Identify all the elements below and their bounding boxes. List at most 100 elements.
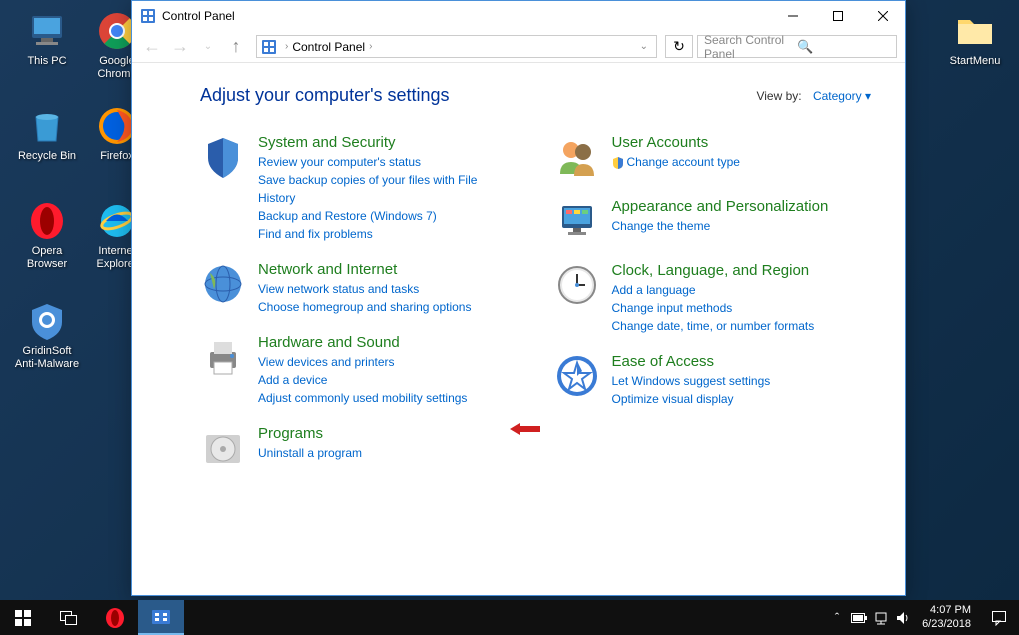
content-area: Adjust your computer's settings View by:… bbox=[132, 63, 905, 509]
desktop-icon-label: Opera Browser bbox=[12, 245, 82, 271]
category-title[interactable]: System and Security bbox=[258, 134, 518, 151]
taskbar: ˆ 4:07 PM 6/23/2018 bbox=[0, 600, 1019, 635]
category-column-right: User Accounts Change account type Appearan… bbox=[554, 134, 872, 489]
tray-battery-icon[interactable] bbox=[848, 600, 870, 635]
tray-overflow-button[interactable]: ˆ bbox=[826, 600, 848, 635]
start-button[interactable] bbox=[0, 600, 46, 635]
printer-icon bbox=[200, 334, 246, 380]
category-title[interactable]: Programs bbox=[258, 425, 362, 442]
category-link[interactable]: Change account type bbox=[612, 153, 740, 171]
nav-up-button[interactable]: ↑ bbox=[224, 35, 248, 59]
nav-back-button[interactable]: ← bbox=[140, 35, 164, 59]
view-by-control: View by: Category ▾ bbox=[756, 89, 871, 103]
category-programs: Programs Uninstall a program bbox=[200, 425, 518, 471]
users-icon bbox=[554, 134, 600, 180]
monitor-icon bbox=[554, 198, 600, 244]
tray-network-icon[interactable] bbox=[870, 600, 892, 635]
category-title[interactable]: Appearance and Personalization bbox=[612, 198, 829, 215]
folder-icon bbox=[954, 10, 996, 52]
category-appearance-and-personalization: Appearance and Personalization Change the… bbox=[554, 198, 872, 244]
category-hardware-and-sound: Hardware and Sound View devices and print… bbox=[200, 334, 518, 407]
close-button[interactable] bbox=[860, 1, 905, 31]
search-placeholder: Search Control Panel bbox=[704, 33, 797, 61]
category-link[interactable]: Choose homegroup and sharing options bbox=[258, 298, 471, 316]
globe-icon bbox=[200, 261, 246, 307]
desktop-icon-opera-browser[interactable]: Opera Browser bbox=[12, 200, 82, 271]
nav-forward-button[interactable]: → bbox=[168, 35, 192, 59]
desktop-icon-label: GridinSoft Anti-Malware bbox=[12, 345, 82, 371]
chevron-down-icon[interactable]: ⌄ bbox=[640, 41, 648, 52]
desktop-icon-label: StartMenu bbox=[940, 55, 1010, 68]
category-title[interactable]: Hardware and Sound bbox=[258, 334, 467, 351]
category-link[interactable]: View network status and tasks bbox=[258, 280, 471, 298]
category-link[interactable]: View devices and printers bbox=[258, 353, 467, 371]
desktop-icon-this-pc[interactable]: This PC bbox=[12, 10, 82, 68]
bin-icon bbox=[26, 105, 68, 147]
gridin-icon bbox=[26, 300, 68, 342]
red-arrow-annotation bbox=[510, 423, 540, 435]
view-by-label: View by: bbox=[756, 89, 801, 103]
view-by-dropdown[interactable]: Category ▾ bbox=[813, 89, 871, 103]
search-icon: 🔍 bbox=[797, 39, 890, 55]
ease-icon bbox=[554, 353, 600, 399]
address-bar[interactable]: › Control Panel › ⌄ bbox=[256, 35, 657, 58]
category-link[interactable]: Backup and Restore (Windows 7) bbox=[258, 207, 518, 225]
category-link[interactable]: Change the theme bbox=[612, 217, 829, 235]
taskbar-control-panel-button[interactable] bbox=[138, 600, 184, 635]
category-link[interactable]: Adjust commonly used mobility settings bbox=[258, 389, 467, 407]
pc-icon bbox=[26, 10, 68, 52]
category-clock-language-and-region: Clock, Language, and Region Add a languag… bbox=[554, 262, 872, 335]
desktop-icon-gridinsoft-anti-malware[interactable]: GridinSoft Anti-Malware bbox=[12, 300, 82, 371]
category-title[interactable]: Ease of Access bbox=[612, 353, 771, 370]
maximize-button[interactable] bbox=[815, 1, 860, 31]
shield-icon bbox=[200, 134, 246, 180]
category-network-and-internet: Network and Internet View network status … bbox=[200, 261, 518, 316]
category-link[interactable]: Let Windows suggest settings bbox=[612, 372, 771, 390]
taskbar-time: 4:07 PM bbox=[922, 604, 971, 617]
category-link[interactable]: Uninstall a program bbox=[258, 444, 362, 462]
desktop-icon-recycle-bin[interactable]: Recycle Bin bbox=[12, 105, 82, 163]
category-system-and-security: System and Security Review your computer'… bbox=[200, 134, 518, 243]
category-link[interactable]: Add a language bbox=[612, 281, 815, 299]
category-link[interactable]: Change date, time, or number formats bbox=[612, 317, 815, 335]
search-input[interactable]: Search Control Panel 🔍 bbox=[697, 35, 897, 58]
category-title[interactable]: Clock, Language, and Region bbox=[612, 262, 815, 279]
category-link[interactable]: Optimize visual display bbox=[612, 390, 771, 408]
window-title: Control Panel bbox=[162, 9, 770, 23]
category-link[interactable]: Find and fix problems bbox=[258, 225, 518, 243]
control-panel-icon bbox=[140, 8, 156, 24]
disc-icon bbox=[200, 425, 246, 471]
chevron-right-icon: › bbox=[285, 41, 288, 52]
category-link[interactable]: Save backup copies of your files with Fi… bbox=[258, 171, 518, 207]
category-column-left: System and Security Review your computer'… bbox=[200, 134, 518, 489]
chevron-right-icon: › bbox=[369, 41, 372, 52]
category-link[interactable]: Change input methods bbox=[612, 299, 815, 317]
desktop-icon-label: This PC bbox=[12, 55, 82, 68]
titlebar[interactable]: Control Panel bbox=[132, 1, 905, 31]
nav-recent-dropdown[interactable]: ⌄ bbox=[196, 35, 220, 59]
category-link[interactable]: Review your computer's status bbox=[258, 153, 518, 171]
category-user-accounts: User Accounts Change account type bbox=[554, 134, 872, 180]
taskbar-date: 6/23/2018 bbox=[922, 618, 971, 631]
category-title[interactable]: Network and Internet bbox=[258, 261, 471, 278]
page-heading: Adjust your computer's settings bbox=[200, 85, 450, 106]
tray-volume-icon[interactable] bbox=[892, 600, 914, 635]
category-link[interactable]: Add a device bbox=[258, 371, 467, 389]
control-panel-window: Control Panel ← → ⌄ ↑ › Control Panel › … bbox=[131, 0, 906, 596]
breadcrumb-root[interactable]: Control Panel bbox=[292, 40, 365, 54]
navbar: ← → ⌄ ↑ › Control Panel › ⌄ ↻ Search Con… bbox=[132, 31, 905, 63]
action-center-button[interactable] bbox=[979, 600, 1019, 635]
minimize-button[interactable] bbox=[770, 1, 815, 31]
category-ease-of-access: Ease of Access Let Windows suggest settin… bbox=[554, 353, 872, 408]
system-tray: ˆ 4:07 PM 6/23/2018 bbox=[826, 600, 1019, 635]
desktop-icon-label: Recycle Bin bbox=[12, 150, 82, 163]
taskbar-clock[interactable]: 4:07 PM 6/23/2018 bbox=[914, 604, 979, 630]
taskbar-opera-button[interactable] bbox=[92, 600, 138, 635]
refresh-button[interactable]: ↻ bbox=[665, 35, 693, 58]
desktop-icon-startmenu[interactable]: StartMenu bbox=[940, 10, 1010, 68]
category-title[interactable]: User Accounts bbox=[612, 134, 740, 151]
control-panel-icon bbox=[261, 39, 277, 55]
task-view-button[interactable] bbox=[46, 600, 92, 635]
clock-icon bbox=[554, 262, 600, 308]
opera-icon bbox=[26, 200, 68, 242]
